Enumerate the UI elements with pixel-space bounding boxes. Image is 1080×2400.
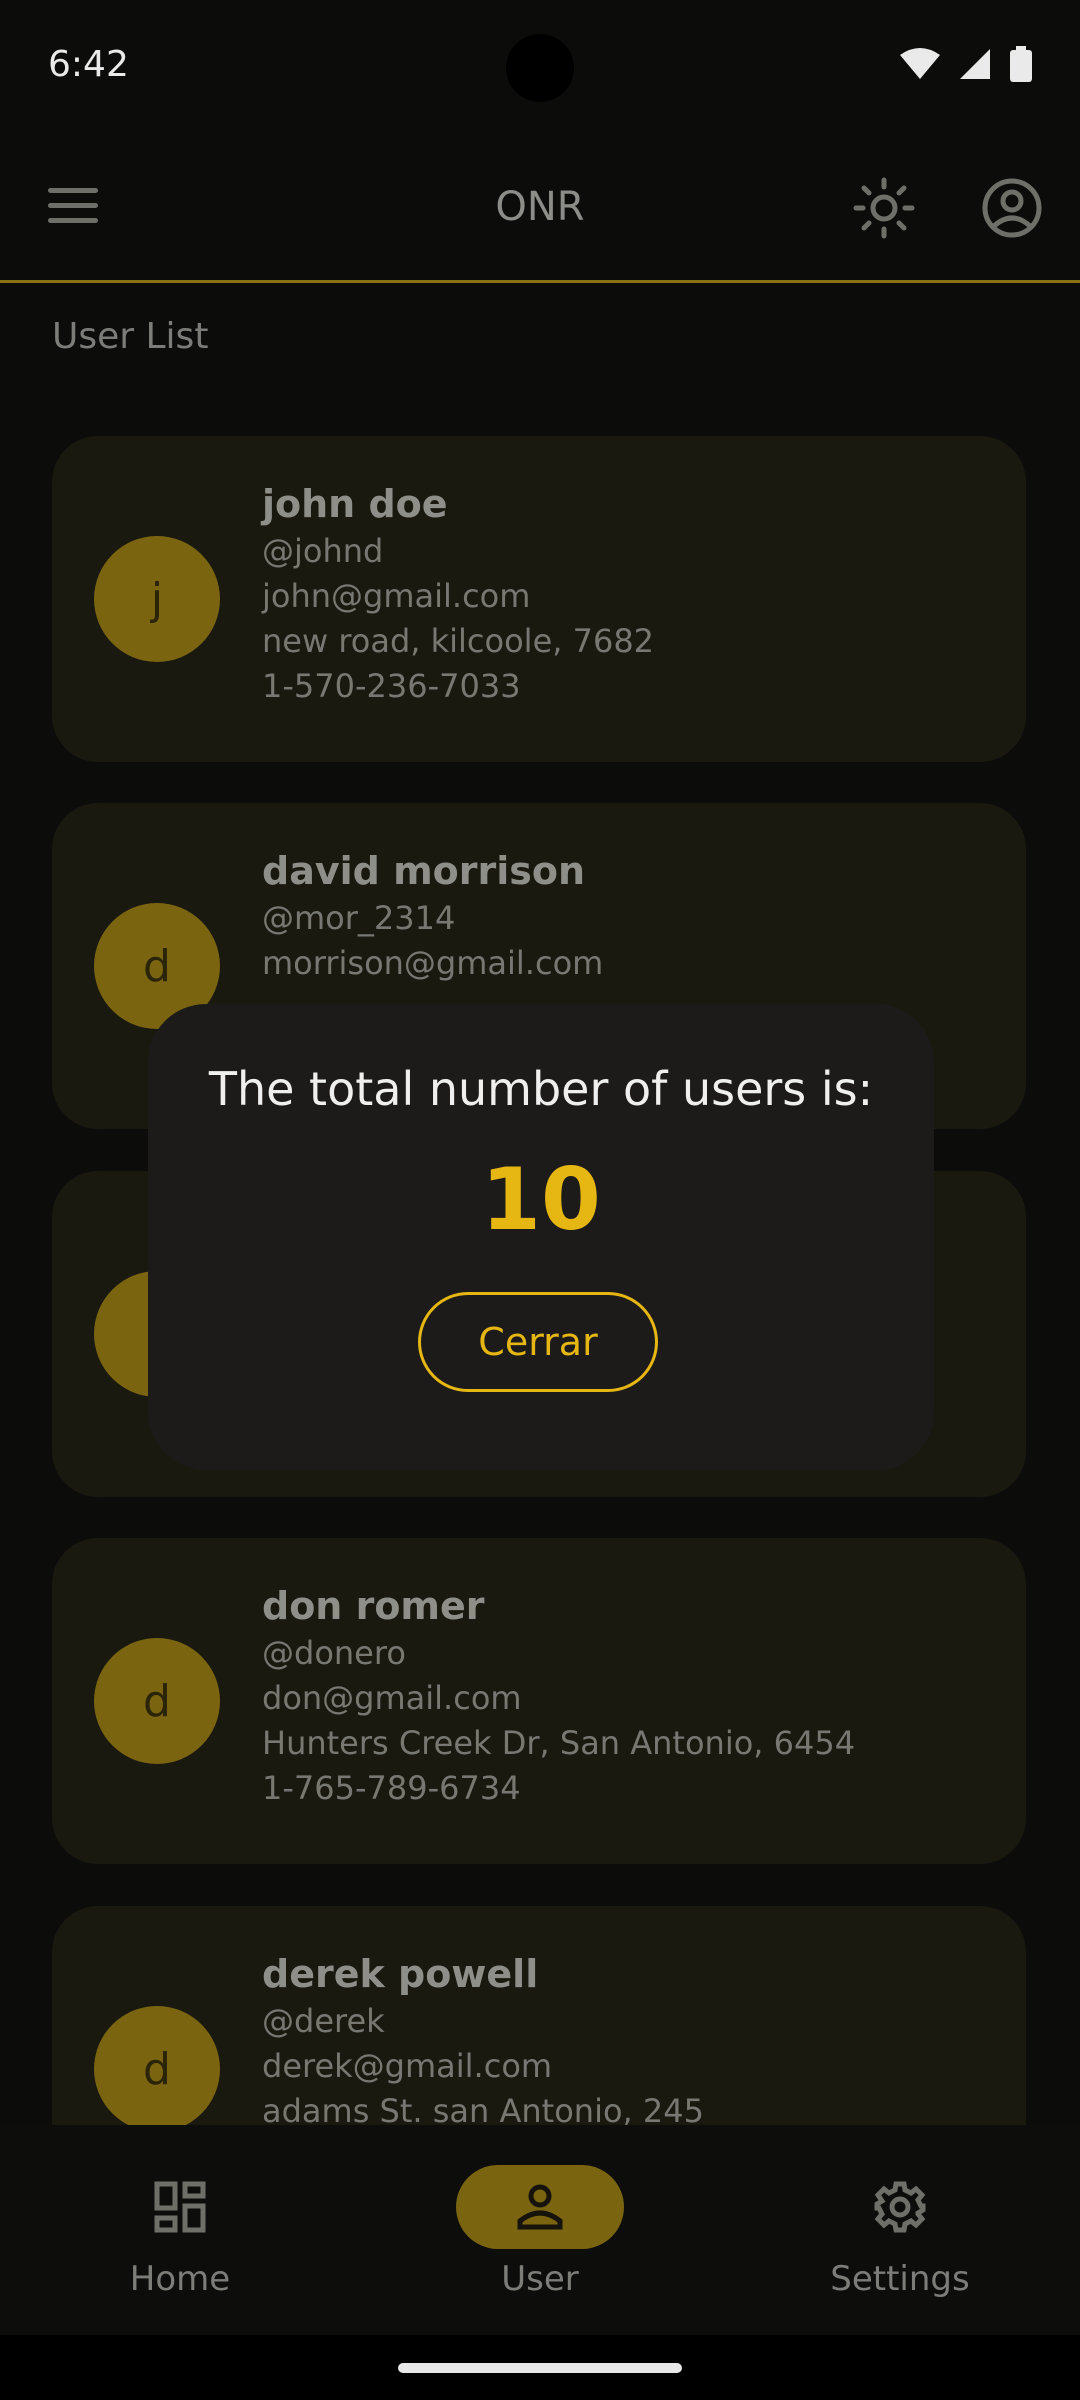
user-details: david morrison @mor_2314 morrison@gmail.… [262,849,603,986]
nav-settings[interactable]: Settings [750,2125,1050,2335]
close-button[interactable]: Cerrar [418,1292,658,1392]
nav-home[interactable]: Home [30,2125,330,2335]
home-gesture-handle[interactable] [398,2363,682,2373]
avatar-initial: d [143,1675,171,1727]
dialog-message: The total number of users is: [208,1062,874,1116]
user-email: morrison@gmail.com [262,944,604,982]
nav-home-label: Home [129,2259,231,2299]
avatar: j [94,536,220,662]
user-name: john doe [262,482,448,526]
user-username: @mor_2314 [262,899,456,937]
user-count-dialog: The total number of users is: 10 Cerrar [148,1004,934,1470]
sun-icon[interactable] [852,176,916,240]
app-bar: ONR [0,130,1080,283]
avatar: d [94,2006,220,2125]
nav-user-icon-wrap [456,2165,624,2249]
user-details: don romer @donero don@gmail.com Hunters … [262,1584,855,1811]
avatar-initial: d [143,940,171,992]
user-username: @johnd [262,532,384,570]
nav-user[interactable]: User [390,2125,690,2335]
user-username: @donero [262,1634,406,1672]
gesture-bar [0,2335,1080,2400]
user-card[interactable]: j john doe @johnd john@gmail.com new roa… [52,436,1026,762]
nav-user-label: User [501,2259,579,2299]
nav-home-icon-wrap [96,2165,264,2249]
user-phone: 1-570-236-7033 [262,667,521,705]
user-username: @derek [262,2002,385,2040]
avatar: d [94,1638,220,1764]
nav-settings-label: Settings [830,2259,970,2299]
user-address: Hunters Creek Dr, San Antonio, 6454 [262,1724,856,1762]
user-email: derek@gmail.com [262,2047,553,2085]
person-icon [517,2184,563,2230]
avatar-initial: j [150,573,164,625]
nav-settings-icon-wrap [816,2165,984,2249]
dashboard-icon [154,2181,206,2233]
section-title: User List [52,316,209,357]
bottom-nav: Home User Settings [0,2125,1080,2335]
gear-icon [874,2181,926,2233]
user-address: adams St. san Antonio, 245 [262,2092,704,2125]
user-name: don romer [262,1584,485,1628]
account-circle-icon[interactable] [980,176,1044,240]
avatar-initial: d [143,2043,171,2095]
user-details: derek powell @derek derek@gmail.com adam… [262,1952,704,2125]
user-email: don@gmail.com [262,1679,522,1717]
user-details: john doe @johnd john@gmail.com new road,… [262,482,654,709]
user-name: derek powell [262,1952,539,1996]
user-count: 10 [481,1150,601,1250]
user-card[interactable]: d derek powell @derek derek@gmail.com ad… [52,1906,1026,2125]
user-phone: 1-765-789-6734 [262,1769,521,1807]
user-address: new road, kilcoole, 7682 [262,622,655,660]
user-name: david morrison [262,849,586,893]
user-card[interactable]: d don romer @donero don@gmail.com Hunter… [52,1538,1026,1864]
user-email: john@gmail.com [262,577,531,615]
app-title: ONR [495,184,585,230]
